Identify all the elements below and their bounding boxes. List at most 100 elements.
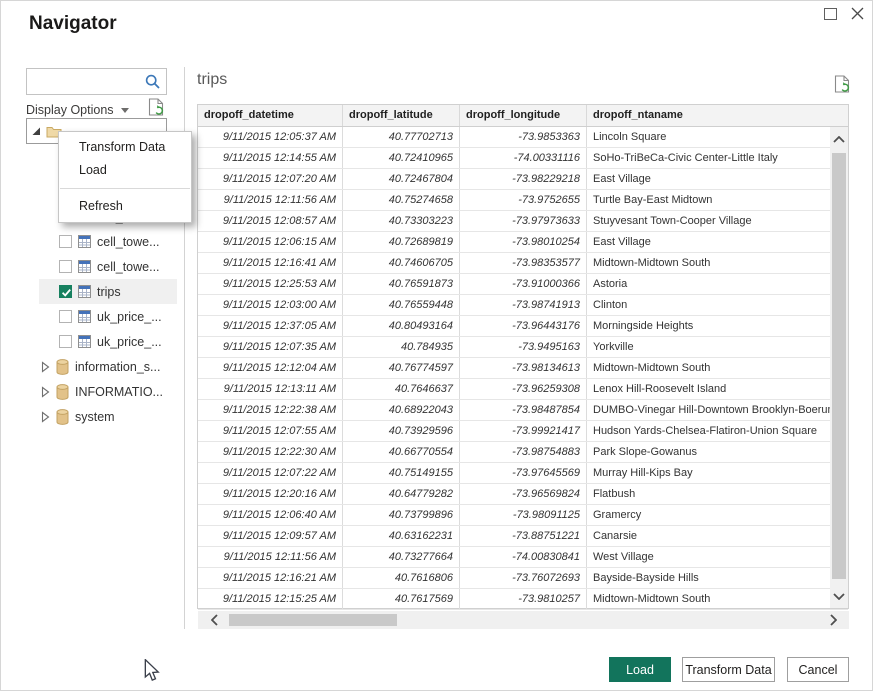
table-cell: 40.66770554 bbox=[343, 442, 460, 462]
table-cell: -73.97973633 bbox=[460, 211, 587, 231]
table-cell: 40.75149155 bbox=[343, 463, 460, 483]
table-cell: Lincoln Square bbox=[587, 127, 848, 147]
table-cell: 40.75274658 bbox=[343, 190, 460, 210]
maximize-button[interactable] bbox=[821, 5, 839, 23]
preview-table-title: trips bbox=[197, 71, 227, 89]
database-icon bbox=[56, 359, 69, 375]
tree-item-table[interactable]: cell_towe... bbox=[39, 254, 177, 279]
tree-item-table[interactable]: uk_price_... bbox=[39, 304, 177, 329]
table-cell: 9/11/2015 12:07:35 AM bbox=[198, 337, 343, 357]
scroll-right-button[interactable] bbox=[823, 611, 843, 629]
menu-item[interactable]: Load bbox=[59, 159, 191, 182]
checkbox[interactable] bbox=[59, 285, 72, 298]
checkbox[interactable] bbox=[59, 235, 72, 248]
table-cell: Clinton bbox=[587, 295, 848, 315]
table-cell: 9/11/2015 12:05:37 AM bbox=[198, 127, 343, 147]
table-cell: East Village bbox=[587, 232, 848, 252]
table-cell: -73.9853363 bbox=[460, 127, 587, 147]
load-button[interactable]: Load bbox=[609, 657, 671, 682]
table-row: 9/11/2015 12:11:56 AM40.73277664-74.0083… bbox=[198, 547, 848, 568]
table-cell: -73.98229218 bbox=[460, 169, 587, 189]
table-cell: 9/11/2015 12:07:55 AM bbox=[198, 421, 343, 441]
search-input[interactable] bbox=[27, 75, 144, 89]
table-cell: -73.98091125 bbox=[460, 505, 587, 525]
table-cell: 40.76774597 bbox=[343, 358, 460, 378]
refresh-preview-icon[interactable] bbox=[148, 98, 165, 118]
column-header: dropoff_datetime bbox=[198, 105, 343, 126]
tree-item-label: cell_towe... bbox=[97, 260, 160, 274]
mouse-cursor bbox=[144, 659, 160, 683]
table-cell: -73.98741913 bbox=[460, 295, 587, 315]
table-cell: -73.98134613 bbox=[460, 358, 587, 378]
table-cell: 9/11/2015 12:11:56 AM bbox=[198, 547, 343, 567]
table-cell: -73.98754883 bbox=[460, 442, 587, 462]
column-header: dropoff_longitude bbox=[460, 105, 587, 126]
tree-item-database[interactable]: information_s... bbox=[39, 354, 177, 379]
checkbox[interactable] bbox=[59, 335, 72, 348]
column-header: dropoff_latitude bbox=[343, 105, 460, 126]
table-cell: 9/11/2015 12:20:16 AM bbox=[198, 484, 343, 504]
chevron-collapsed-icon[interactable] bbox=[41, 361, 51, 373]
tree-item-database[interactable]: system bbox=[39, 404, 177, 429]
table-row: 9/11/2015 12:13:11 AM40.7646637-73.96259… bbox=[198, 379, 848, 400]
chevron-collapsed-icon[interactable] bbox=[41, 386, 51, 398]
table-cell: Canarsie bbox=[587, 526, 848, 546]
vertical-scrollbar[interactable] bbox=[830, 127, 848, 608]
transform-data-button[interactable]: Transform Data bbox=[682, 657, 775, 682]
table-row: 9/11/2015 12:15:25 AM40.7617569-73.98102… bbox=[198, 589, 848, 610]
table-icon bbox=[78, 235, 91, 248]
tree-item-label: uk_price_... bbox=[97, 310, 162, 324]
table-cell: 40.7616806 bbox=[343, 568, 460, 588]
chevron-expanded-icon[interactable] bbox=[31, 126, 41, 136]
table-cell: 40.73277664 bbox=[343, 547, 460, 567]
table-cell: Morningside Heights bbox=[587, 316, 848, 336]
table-cell: West Village bbox=[587, 547, 848, 567]
vertical-scroll-thumb[interactable] bbox=[832, 153, 846, 579]
scroll-up-button[interactable] bbox=[830, 129, 848, 149]
table-cell: Midtown-Midtown South bbox=[587, 358, 848, 378]
horizontal-scroll-thumb[interactable] bbox=[229, 614, 397, 626]
table-cell: Hudson Yards-Chelsea-Flatiron-Union Squa… bbox=[587, 421, 848, 441]
table-cell: -73.96443176 bbox=[460, 316, 587, 336]
table-row: 9/11/2015 12:16:41 AM40.74606705-73.9835… bbox=[198, 253, 848, 274]
refresh-preview-icon[interactable] bbox=[834, 75, 851, 95]
checkbox[interactable] bbox=[59, 260, 72, 273]
grid-body: 9/11/2015 12:05:37 AM40.77702713-73.9853… bbox=[198, 127, 848, 610]
chevron-collapsed-icon[interactable] bbox=[41, 411, 51, 423]
tree-item-database[interactable]: INFORMATIO... bbox=[39, 379, 177, 404]
scroll-down-button[interactable] bbox=[830, 586, 848, 606]
table-row: 9/11/2015 12:06:15 AM40.72689819-73.9801… bbox=[198, 232, 848, 253]
search-icon bbox=[144, 73, 162, 91]
table-cell: 9/11/2015 12:22:38 AM bbox=[198, 400, 343, 420]
table-cell: 9/11/2015 12:08:57 AM bbox=[198, 211, 343, 231]
table-cell: -73.9752655 bbox=[460, 190, 587, 210]
table-row: 9/11/2015 12:07:35 AM40.784935-73.949516… bbox=[198, 337, 848, 358]
table-icon bbox=[78, 285, 91, 298]
table-cell: 9/11/2015 12:16:21 AM bbox=[198, 568, 343, 588]
close-button[interactable] bbox=[848, 4, 866, 22]
table-cell: Flatbush bbox=[587, 484, 848, 504]
checkbox[interactable] bbox=[59, 310, 72, 323]
tree-item-table[interactable]: cell_towe... bbox=[39, 229, 177, 254]
tree-item-table[interactable]: uk_price_... bbox=[39, 329, 177, 354]
table-cell: Turtle Bay-East Midtown bbox=[587, 190, 848, 210]
table-cell: 40.64779282 bbox=[343, 484, 460, 504]
scroll-left-button[interactable] bbox=[204, 611, 224, 629]
chevron-right-icon bbox=[830, 614, 837, 626]
menu-item[interactable]: Refresh bbox=[59, 195, 191, 218]
cancel-button[interactable]: Cancel bbox=[787, 657, 849, 682]
table-cell: Murray Hill-Kips Bay bbox=[587, 463, 848, 483]
table-cell: 9/11/2015 12:06:15 AM bbox=[198, 232, 343, 252]
menu-item[interactable]: Transform Data bbox=[59, 136, 191, 159]
horizontal-scrollbar[interactable] bbox=[198, 611, 849, 629]
table-cell: -73.98010254 bbox=[460, 232, 587, 252]
database-icon bbox=[56, 409, 69, 425]
table-cell: -73.9810257 bbox=[460, 589, 587, 609]
column-header: dropoff_ntaname bbox=[587, 105, 848, 126]
table-cell: -73.9495163 bbox=[460, 337, 587, 357]
table-cell: 40.77702713 bbox=[343, 127, 460, 147]
table-cell: 9/11/2015 12:11:56 AM bbox=[198, 190, 343, 210]
table-row: 9/11/2015 12:03:00 AM40.76559448-73.9874… bbox=[198, 295, 848, 316]
tree-item-table[interactable]: trips bbox=[39, 279, 177, 304]
table-cell: -73.98353577 bbox=[460, 253, 587, 273]
